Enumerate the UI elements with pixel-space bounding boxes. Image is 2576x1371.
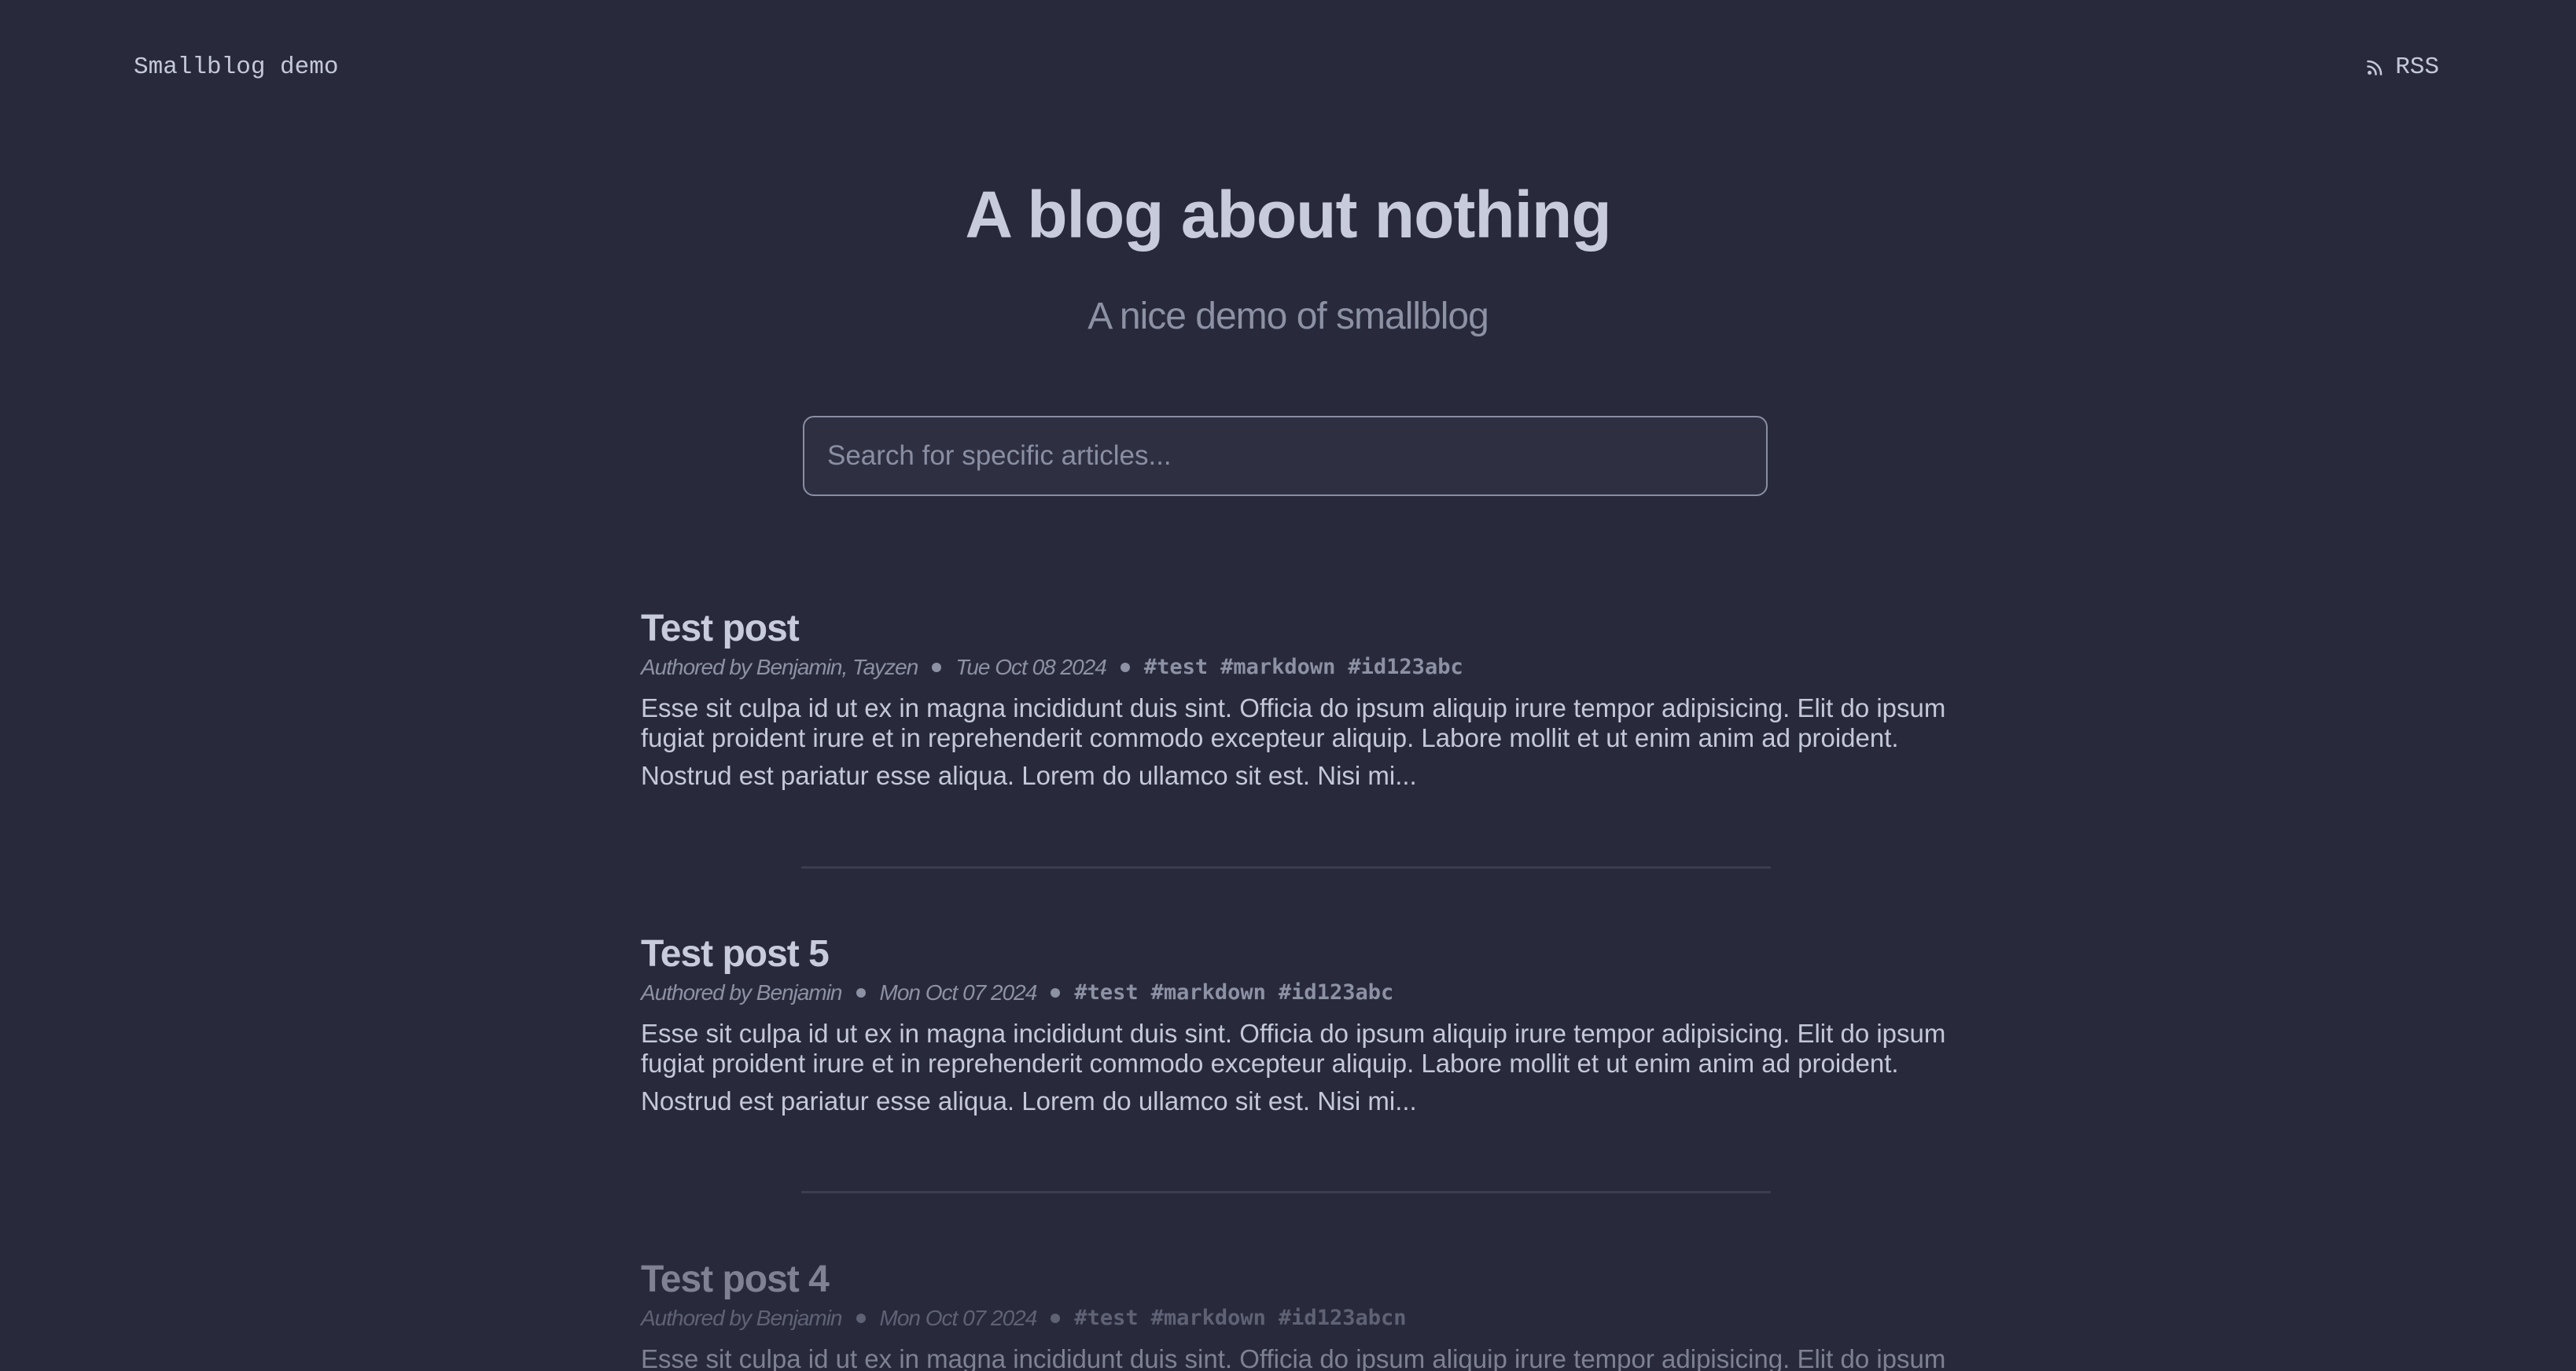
- meta-separator: [932, 663, 942, 672]
- post-date: Tue Oct 08 2024: [955, 655, 1106, 679]
- post-author: Authored by Benjamin: [641, 1306, 843, 1330]
- search-input[interactable]: [803, 416, 1768, 496]
- tag-link[interactable]: #id123abc: [1348, 654, 1463, 681]
- meta-separator: [856, 1314, 866, 1323]
- post-title-link[interactable]: Test post 4: [641, 1256, 1946, 1303]
- meta-separator: [1051, 988, 1061, 998]
- rss-label: RSS: [2395, 53, 2439, 81]
- tag-link[interactable]: #test: [1074, 980, 1138, 1006]
- post-excerpt-paragraph: Esse sit culpa id ut ex in magna incidid…: [641, 693, 1946, 752]
- site-name-link[interactable]: Smallblog demo: [134, 52, 338, 83]
- post-excerpt-paragraph: Esse sit culpa id ut ex in magna incidid…: [641, 1344, 1946, 1371]
- post-meta: Authored by Benjamin Mon Oct 07 2024 #te…: [641, 980, 1946, 1006]
- tag-link[interactable]: #id123abc: [1279, 980, 1393, 1006]
- post-meta: Authored by Benjamin Mon Oct 07 2024 #te…: [641, 1305, 1946, 1332]
- post-date: Mon Oct 07 2024: [879, 1306, 1038, 1330]
- post-excerpt: Esse sit culpa id ut ex in magna incidid…: [641, 1344, 1946, 1371]
- post-divider: [801, 1191, 1771, 1193]
- post-title-link[interactable]: Test post: [641, 605, 1946, 652]
- tag-link[interactable]: #test: [1144, 654, 1208, 681]
- rss-icon: [2367, 60, 2383, 75]
- post-author: Authored by Benjamin, Tayzen: [641, 655, 918, 679]
- tag-link[interactable]: #markdown: [1220, 654, 1335, 681]
- tag-link[interactable]: #test: [1074, 1305, 1138, 1332]
- post-divider: [801, 866, 1771, 869]
- tag-link[interactable]: #markdown: [1151, 980, 1266, 1006]
- post-card: Test post 4 Authored by Benjamin Mon Oct…: [641, 1256, 1946, 1371]
- meta-separator: [1120, 663, 1130, 672]
- post-title-link[interactable]: Test post 5: [641, 931, 1946, 978]
- rss-link[interactable]: RSS: [2367, 52, 2439, 83]
- blog-title: A blog about nothing: [965, 178, 1611, 252]
- meta-separator: [1051, 1314, 1061, 1323]
- post-excerpt: Esse sit culpa id ut ex in magna incidid…: [641, 693, 1946, 791]
- blog-subtitle: A nice demo of smallblog: [1087, 296, 1489, 337]
- tag-link[interactable]: #markdown: [1151, 1305, 1266, 1332]
- post-date: Mon Oct 07 2024: [879, 980, 1038, 1005]
- post-card: Test post Authored by Benjamin, Tayzen T…: [641, 605, 1946, 791]
- post-excerpt-paragraph: Esse sit culpa id ut ex in magna incidid…: [641, 1019, 1946, 1078]
- meta-separator: [856, 988, 866, 998]
- post-excerpt: Esse sit culpa id ut ex in magna incidid…: [641, 1019, 1946, 1116]
- tag-link[interactable]: #id123abcn: [1279, 1305, 1407, 1332]
- post-excerpt-paragraph: Nostrud est pariatur esse aliqua. Lorem …: [641, 761, 1417, 790]
- post-meta: Authored by Benjamin, Tayzen Tue Oct 08 …: [641, 654, 1946, 681]
- post-card: Test post 5 Authored by Benjamin Mon Oct…: [641, 931, 1946, 1116]
- post-excerpt-paragraph: Nostrud est pariatur esse aliqua. Lorem …: [641, 1086, 1417, 1116]
- post-author: Authored by Benjamin: [641, 980, 843, 1005]
